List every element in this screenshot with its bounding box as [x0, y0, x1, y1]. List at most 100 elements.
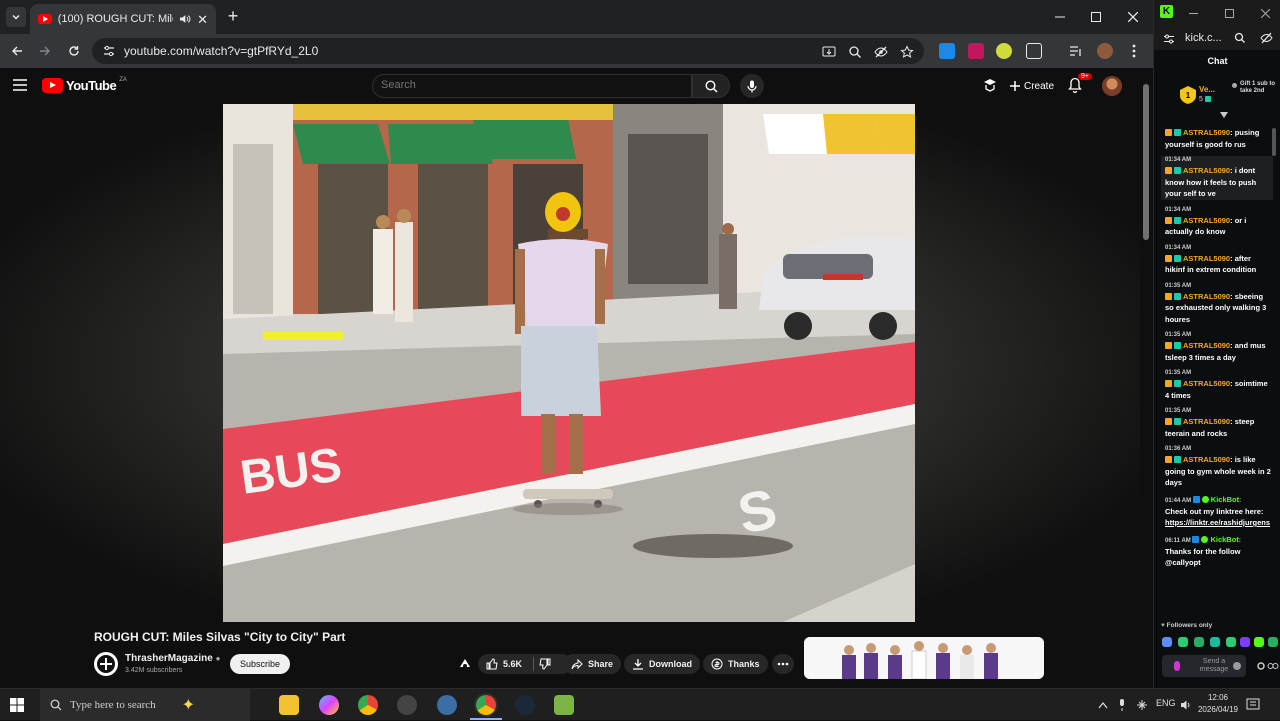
chrome-icon[interactable] [358, 695, 378, 715]
chat-username[interactable]: ASTRAL5090 [1183, 341, 1230, 350]
kick-maximize-button[interactable] [1218, 2, 1240, 24]
tray-chevron-up-icon[interactable] [1098, 701, 1108, 709]
kick-minimize-button[interactable] [1182, 2, 1204, 24]
emote-7-icon[interactable] [1254, 637, 1264, 647]
channel-avatar[interactable] [94, 652, 118, 676]
microphone-icon[interactable] [1174, 661, 1180, 671]
chat-username[interactable]: ASTRAL5090 [1183, 216, 1230, 225]
account-avatar[interactable] [1102, 76, 1122, 96]
chat-message[interactable]: 01:35 AM ASTRAL5090: soimtime 4 times [1165, 369, 1273, 401]
zoom-icon[interactable] [1234, 32, 1246, 44]
page-scrollbar-thumb[interactable] [1143, 84, 1149, 240]
extension-1-icon[interactable] [939, 43, 955, 59]
chat-link[interactable]: https://linktr.ee/rashidjurgens [1165, 518, 1270, 527]
chat-message[interactable]: 01:35 AM ASTRAL5090: steep teerain and r… [1165, 407, 1273, 439]
thumbs-up-icon[interactable] [486, 658, 498, 670]
chat-username[interactable]: KickBot [1211, 495, 1239, 504]
emote-6-icon[interactable] [1240, 637, 1250, 647]
emote-4-icon[interactable] [1210, 637, 1220, 647]
chat-scrollbar[interactable] [1272, 128, 1276, 156]
install-app-icon[interactable] [821, 44, 837, 60]
chat-username[interactable]: ASTRAL5090 [1183, 166, 1230, 175]
minimize-button[interactable] [1049, 6, 1071, 28]
site-info-icon[interactable] [102, 44, 116, 58]
hamburger-menu-icon[interactable] [13, 79, 27, 91]
browser-menu-icon[interactable] [1126, 43, 1142, 59]
forward-button[interactable] [35, 41, 55, 61]
create-button[interactable]: Create [1004, 75, 1060, 97]
eye-off-icon[interactable] [873, 44, 889, 60]
chat-username[interactable]: ASTRAL5090 [1183, 254, 1230, 263]
profile-avatar-icon[interactable] [1097, 43, 1113, 59]
thanks-button[interactable]: Thanks [703, 654, 768, 674]
channel-name[interactable]: ThrasherMagazine ● [125, 653, 220, 664]
chat-username[interactable]: KickBot [1210, 535, 1238, 544]
emoji-icon[interactable] [1233, 662, 1241, 670]
tray-language[interactable]: ENG [1156, 698, 1176, 708]
emote-5-icon[interactable] [1226, 637, 1236, 647]
chat-message[interactable]: 01:36 AM ASTRAL5090: is like going to gy… [1165, 445, 1273, 489]
extension-2-icon[interactable] [968, 43, 984, 59]
chat-message[interactable]: 01:35 AM ASTRAL5090: and mus tsleep 3 ti… [1165, 331, 1273, 363]
download-button[interactable]: Download [624, 654, 700, 674]
emote-1-icon[interactable] [1162, 637, 1172, 647]
collapse-arrow-icon[interactable] [1220, 112, 1228, 118]
chat-username[interactable]: ASTRAL5090 [1183, 417, 1230, 426]
more-actions-button[interactable] [772, 654, 794, 674]
pinned-gift-leaderboard[interactable]: 1 Ve... 5 Gift 1 sub to take 2nd [1158, 78, 1277, 118]
thumbs-down-icon[interactable] [539, 658, 551, 670]
tray-microphone-icon[interactable] [1118, 699, 1126, 711]
youtube-logo[interactable]: YouTube ZA [42, 77, 127, 93]
tab-search-button[interactable] [6, 7, 26, 27]
chat-username[interactable]: ASTRAL5090 [1183, 128, 1230, 137]
steam-icon[interactable] [515, 695, 535, 715]
chat-message[interactable]: 01:34 AM ASTRAL5090: after hikinf in ext… [1165, 244, 1273, 276]
app-network-icon[interactable] [437, 695, 457, 715]
chrome-active-icon[interactable] [476, 695, 496, 715]
chat-username[interactable]: ASTRAL5090 [1183, 455, 1230, 464]
bookmark-star-icon[interactable] [899, 44, 915, 60]
taskbar-clock[interactable]: 12:06 2026/04/19 [1196, 692, 1240, 716]
tab-close-icon[interactable]: ✕ [197, 13, 208, 26]
back-button[interactable] [7, 41, 27, 61]
kick-address-bar[interactable]: kick.c... [1154, 28, 1280, 50]
emote-8-icon[interactable] [1268, 637, 1278, 647]
tray-network-icon[interactable] [1136, 699, 1148, 711]
address-bar[interactable]: youtube.com/watch?v=gtPfRYd_2L0 [92, 38, 924, 64]
new-tab-button[interactable]: + [224, 7, 242, 25]
extensions-puzzle-icon[interactable] [1026, 43, 1042, 59]
link-icon[interactable] [1267, 661, 1279, 671]
chat-message[interactable]: 01:34 AM ASTRAL5090: i dont know how it … [1161, 156, 1273, 200]
taskbar-search-box[interactable]: Type here to search ✦ [40, 689, 250, 721]
clip-button[interactable] [458, 654, 472, 674]
chat-message-input[interactable]: Send a message [1162, 655, 1246, 677]
chat-settings-icon[interactable] [1256, 661, 1266, 671]
chat-message[interactable]: ASTRAL5090: pusing yourself is good fo r… [1165, 127, 1273, 150]
kick-close-button[interactable] [1254, 2, 1276, 24]
search-button[interactable] [692, 74, 730, 98]
chat-message[interactable]: 01:44 AM KickBot: Check out my linktree … [1165, 495, 1273, 529]
app-dark-icon[interactable] [397, 695, 417, 715]
eye-off-icon[interactable] [1260, 32, 1273, 44]
media-controls-icon[interactable] [1068, 43, 1084, 59]
subscribe-button[interactable]: Subscribe [230, 654, 291, 674]
chat-message[interactable]: 06:11 AM KickBot: Thanks for the follow … [1165, 535, 1273, 569]
chat-message[interactable]: 01:35 AM ASTRAL5090: sbeeing so exhauste… [1165, 282, 1273, 326]
site-info-icon[interactable] [1163, 33, 1175, 45]
tab-youtube[interactable]: (100) ROUGH CUT: Miles Sil ✕ [30, 4, 216, 34]
minecraft-icon[interactable] [554, 695, 574, 715]
like-count[interactable]: 5.6K [503, 659, 522, 669]
search-input[interactable] [381, 79, 681, 91]
emote-2-icon[interactable] [1178, 637, 1188, 647]
reload-button[interactable] [64, 41, 84, 61]
windows-start-icon[interactable] [10, 698, 24, 712]
maximize-button[interactable] [1085, 6, 1107, 28]
zoom-icon[interactable] [847, 44, 863, 60]
extension-3-icon[interactable] [996, 43, 1012, 59]
emote-3-icon[interactable] [1194, 637, 1204, 647]
chat-username[interactable]: ASTRAL5090 [1183, 379, 1230, 388]
copilot-icon[interactable] [319, 695, 339, 715]
file-explorer-icon[interactable] [279, 695, 299, 715]
chat-username[interactable]: ASTRAL5090 [1183, 292, 1230, 301]
voice-search-button[interactable] [740, 74, 764, 98]
